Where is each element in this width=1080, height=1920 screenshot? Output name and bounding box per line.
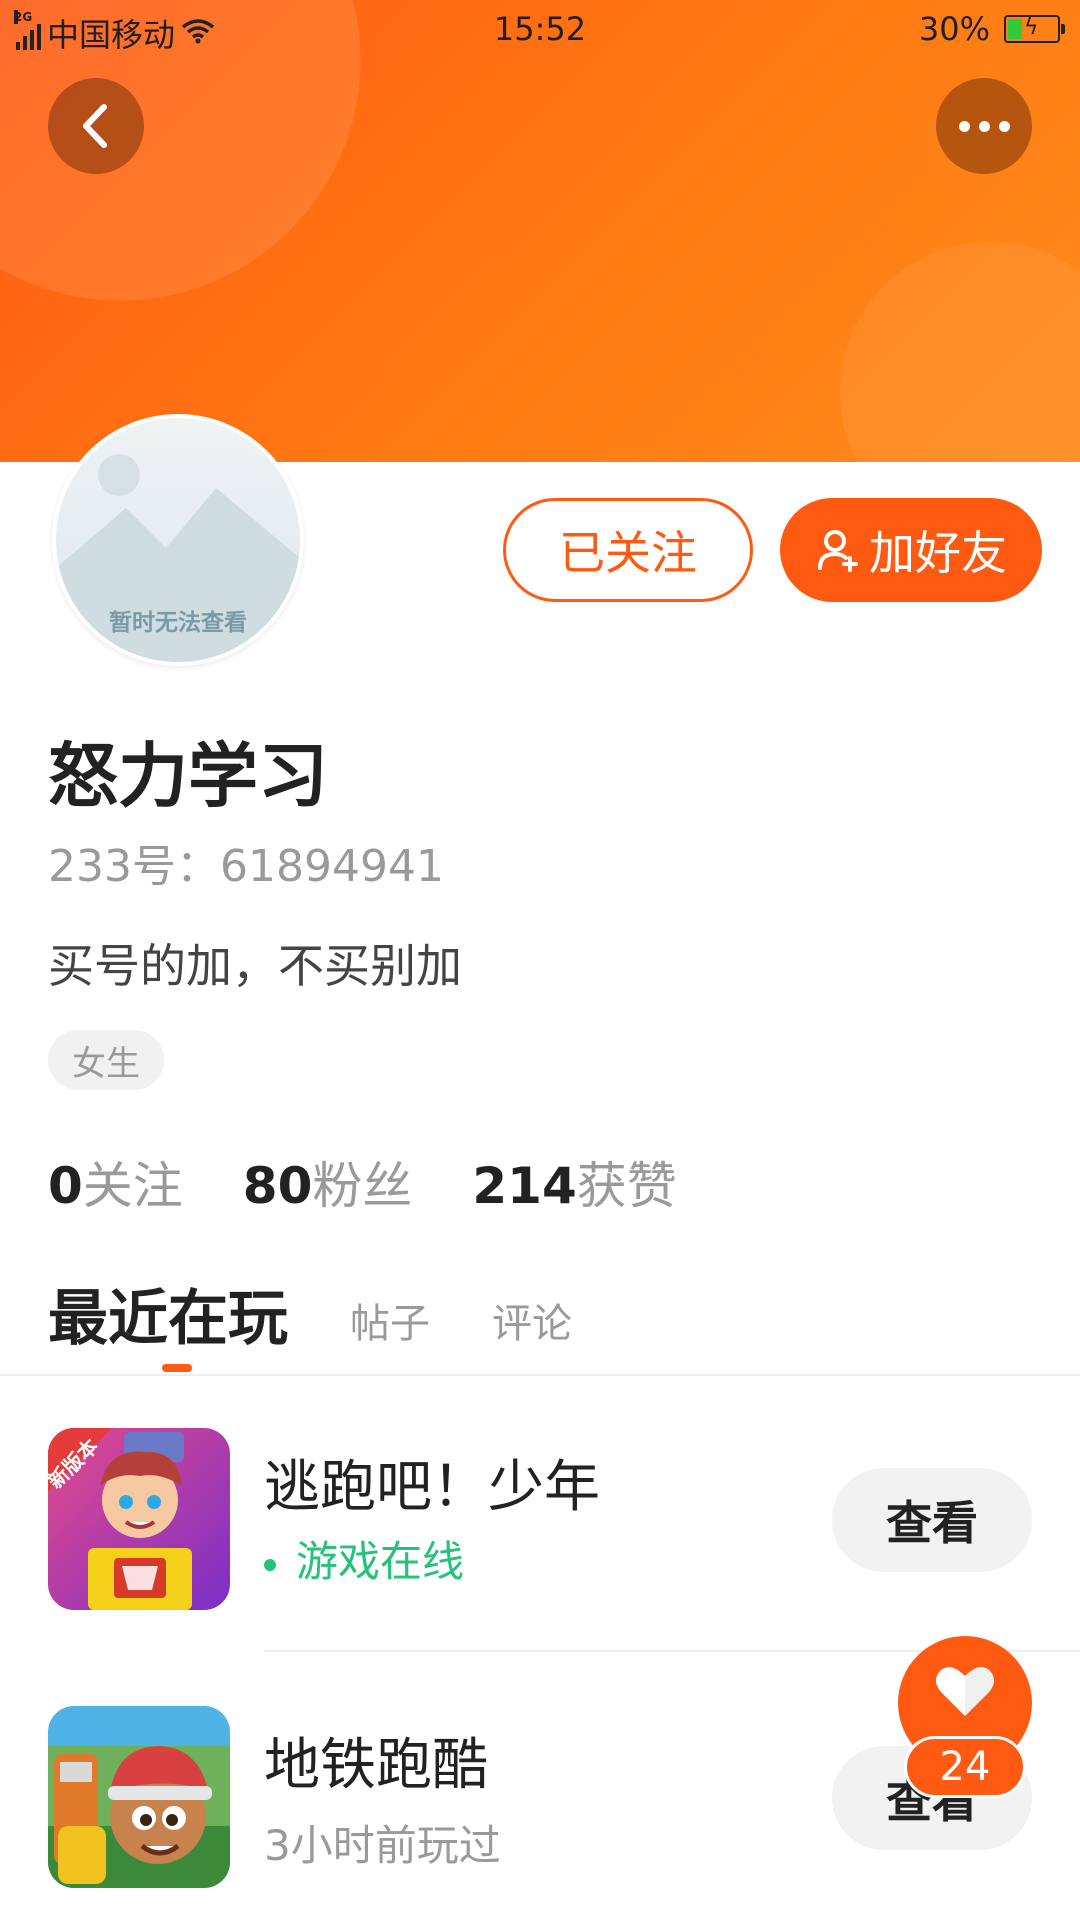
view-button[interactable]: 查看 <box>832 1468 1032 1572</box>
stat-following[interactable]: 0关注 <box>48 1146 183 1218</box>
status-bar: 2G 中国移动 15:52 30% ϟ <box>0 0 1080 58</box>
battery-icon: ϟ <box>1004 15 1065 43</box>
fans-count: 80 <box>242 1157 313 1215</box>
tab-active-indicator <box>162 1364 192 1372</box>
likes-count: 214 <box>472 1157 577 1215</box>
more-dots-icon <box>958 120 1010 132</box>
profile-header <box>0 0 1080 462</box>
game-icon-escape: 新版本 <box>48 1428 230 1610</box>
fans-label: 粉丝 <box>312 1157 413 1215</box>
game-list-item[interactable]: 新版本 逃跑吧！少年 游戏在线 查看 <box>0 1428 1080 1618</box>
bio: 买号的加，不买别加 <box>48 939 462 993</box>
username: 怒力学习 <box>48 735 328 817</box>
chevron-left-icon <box>83 104 107 148</box>
stats-row: 0关注 80粉丝 214获赞 <box>48 1146 677 1218</box>
avatar-placeholder-image: 暂时无法查看 <box>56 418 300 662</box>
stat-fans[interactable]: 80粉丝 <box>243 1146 413 1218</box>
game-title: 逃跑吧！少年 <box>264 1455 600 1520</box>
like-count-badge: 24 <box>904 1736 1026 1798</box>
back-button[interactable] <box>48 78 144 174</box>
profile-tabs: 最近在玩 帖子 评论 <box>48 1270 572 1357</box>
tabs-divider <box>0 1374 1080 1376</box>
battery-percent: 30% <box>918 10 990 48</box>
avatar-placeholder-text: 暂时无法查看 <box>109 610 247 636</box>
followed-button[interactable]: 已关注 <box>503 498 753 602</box>
tab-posts[interactable]: 帖子 <box>350 1291 430 1357</box>
following-count: 0 <box>48 1157 83 1215</box>
following-label: 关注 <box>82 1157 183 1215</box>
gender-tag: 女生 <box>48 1030 164 1090</box>
tab-recent-play[interactable]: 最近在玩 <box>48 1270 288 1357</box>
add-friend-label: 加好友 <box>869 526 1007 580</box>
likes-label: 获赞 <box>576 1157 677 1215</box>
game-status: 游戏在线 <box>264 1528 464 1589</box>
game-status: 3小时前玩过 <box>264 1821 501 1870</box>
add-friend-button[interactable]: 加好友 <box>780 498 1042 602</box>
user-id: 233号：61894941 <box>48 841 444 892</box>
add-user-icon <box>818 530 858 572</box>
avatar[interactable]: 暂时无法查看 <box>52 414 304 666</box>
game-status-text: 游戏在线 <box>296 1537 465 1586</box>
status-right: 30% ϟ <box>918 10 1065 48</box>
online-dot-icon <box>264 1558 276 1571</box>
header-decoration <box>840 242 1080 462</box>
more-button[interactable] <box>936 78 1032 174</box>
stat-likes[interactable]: 214获赞 <box>472 1146 676 1218</box>
tab-comments[interactable]: 评论 <box>492 1291 572 1357</box>
heart-icon <box>936 1667 994 1716</box>
game-icon-subway-surfers <box>48 1706 230 1888</box>
game-title: 地铁跑酷 <box>264 1733 488 1798</box>
